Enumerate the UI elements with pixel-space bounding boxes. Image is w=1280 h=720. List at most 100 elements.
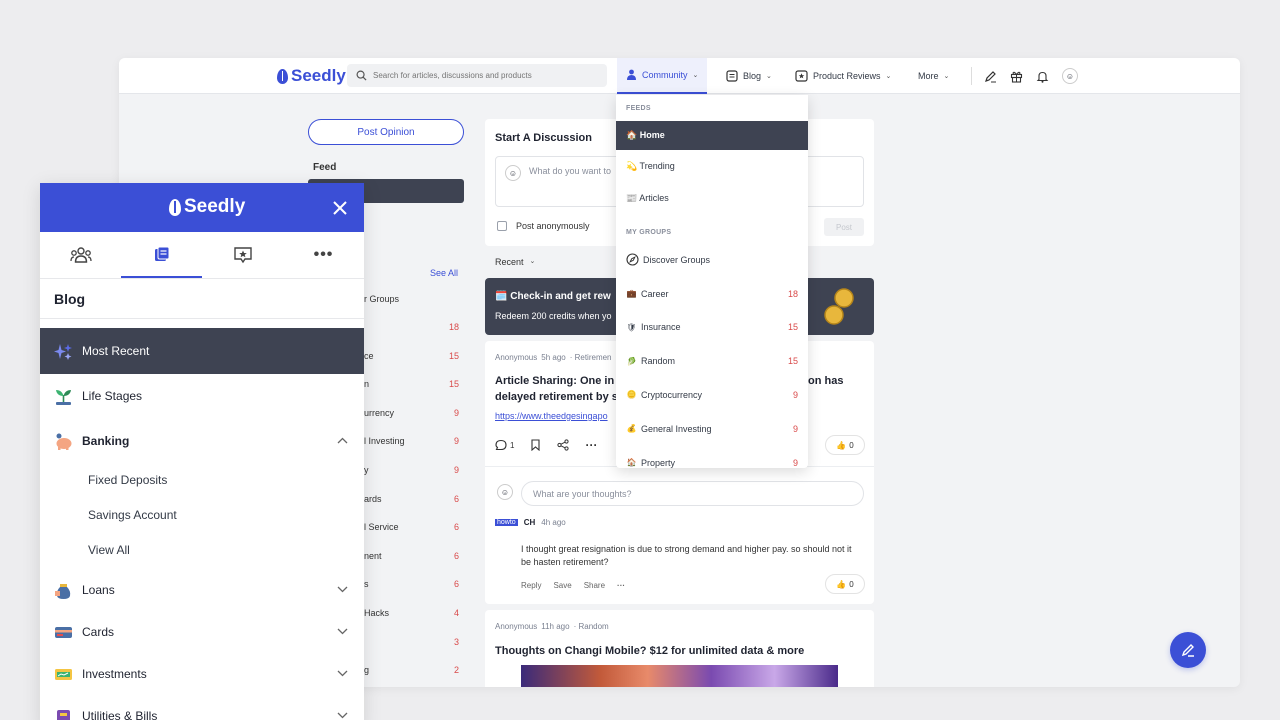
reply-link[interactable]: Reply [521,581,541,590]
group-list-item[interactable]: 18 [364,322,459,332]
dropdown-group-item[interactable]: 🛡 Insurance 15 [616,313,808,342]
submenu-view-all[interactable]: View All [88,543,130,557]
group-list-item[interactable]: urrency 9 [364,408,459,418]
reply-input[interactable]: What are your thoughts? [521,481,864,506]
menu-item-cards[interactable]: Cards [40,611,364,653]
anonymous-checkbox[interactable] [497,221,507,231]
feeds-heading: FEEDS [626,105,651,112]
compose-fab-button[interactable] [1170,632,1206,668]
more-options-icon[interactable]: ··· [617,581,625,590]
dropdown-group-item[interactable]: 🪙 Cryptocurrency 9 [616,380,808,409]
share-link[interactable]: Share [584,581,605,590]
user-avatar[interactable]: ☺ [1062,68,1078,84]
comment-time: 4h ago [541,518,566,527]
tab-more[interactable]: ••• [283,232,364,278]
mobile-tabs: ••• [40,232,364,279]
nav-product-reviews[interactable]: Product Reviews ⌄ [795,58,891,94]
bookmark-icon[interactable] [530,439,541,451]
chevron-down-icon: ⌄ [885,73,892,80]
group-list-item[interactable]: g2 [364,665,459,675]
group-list-item[interactable]: 3 [364,637,459,647]
tab-community[interactable] [40,232,121,278]
divider [40,318,364,319]
thumbs-up-icon: 👍 [836,579,847,589]
chevron-down-icon [337,627,348,638]
top-navigation: Seedly Community ⌄ Blog ⌄ Product Review… [119,58,1240,94]
group-count: 9 [792,389,798,400]
group-list-item[interactable]: l Investing 9 [364,436,459,446]
group-icon: 🛡 [626,322,637,332]
like-button[interactable]: 👍 0 [825,574,865,594]
like-button[interactable]: 👍 0 [825,435,865,455]
write-icon[interactable] [982,68,998,84]
save-link[interactable]: Save [553,581,571,590]
group-name: Property [641,457,676,468]
more-options-icon[interactable]: ··· [585,438,597,452]
post-title[interactable]: Thoughts on Changi Mobile? $12 for unlim… [495,643,804,659]
group-count: 9 [792,457,798,468]
seedly-logo[interactable]: Seedly [169,196,245,218]
credit-card-icon [54,623,73,642]
group-list-item[interactable]: ce 15 [364,351,459,361]
close-icon[interactable] [330,198,350,218]
group-count: 9 [453,465,459,475]
group-list-item[interactable]: nent 6 [364,551,459,561]
comment-author[interactable]: CH [524,518,536,527]
chevron-down-icon: ⌄ [766,73,772,80]
nav-blog[interactable]: Blog ⌄ [726,58,772,94]
comment-button[interactable]: 1 [495,439,514,451]
tab-product-reviews[interactable] [202,232,283,278]
group-list-item[interactable]: Hacks 4 [364,608,459,618]
sort-dropdown[interactable]: Recent ⌄ [495,257,535,267]
dropdown-group-item[interactable]: 🏠 Property 9 [616,448,808,468]
nav-more[interactable]: More ⌄ [918,58,949,94]
post-opinion-button[interactable]: Post Opinion [308,119,464,145]
chevron-down-icon [337,711,348,720]
anonymous-label: Post anonymously [516,221,590,231]
group-name: Hacks [364,608,390,618]
dropdown-item-discover-groups[interactable]: Discover Groups [616,245,808,274]
group-list-item[interactable]: l Service 6 [364,522,459,532]
see-all-link[interactable]: See All [430,268,458,278]
menu-item-utilities-bills[interactable]: Utilities & Bills [40,695,364,720]
dropdown-group-item[interactable]: 🥬 Random 15 [616,347,808,376]
group-name: l Service [364,522,399,533]
menu-item-banking[interactable]: Banking [40,420,364,462]
dropdown-group-item[interactable]: 💰 General Investing 9 [616,414,808,443]
gift-icon[interactable] [1008,68,1024,84]
submenu-savings-account[interactable]: Savings Account [88,508,177,522]
group-count: 15 [787,356,798,367]
share-icon[interactable] [557,439,570,451]
tab-blog[interactable] [121,232,202,278]
group-list-item[interactable]: n 15 [364,379,459,389]
promo-title: 🗓️ Check-in and get rew [495,291,611,302]
post-image[interactable] [521,665,838,687]
submenu-fixed-deposits[interactable]: Fixed Deposits [88,473,167,487]
post-link[interactable]: https://www.theedgesingapo [495,411,608,421]
group-name: Random [641,356,676,367]
nav-community[interactable]: Community ⌄ [617,58,708,94]
menu-item-investments[interactable]: Investments [40,653,364,695]
menu-item-loans[interactable]: Loans [40,569,364,611]
seedly-logo[interactable]: Seedly [277,66,346,86]
group-list-item[interactable]: ards 6 [364,494,459,504]
group-name: Insurance [641,322,681,333]
search-bar[interactable] [347,64,607,87]
group-name: n [364,379,370,390]
dropdown-item-trending[interactable]: 💫 Trending [616,152,808,181]
search-input[interactable] [373,71,593,80]
group-list-item[interactable]: y9 [364,465,459,475]
search-icon [356,70,367,81]
menu-item-most-recent[interactable]: Most Recent [40,328,364,374]
dropdown-item-articles[interactable]: 📰 Articles [616,184,808,213]
blog-icon [726,70,738,82]
group-count: 18 [448,322,459,332]
reviews-icon [233,247,252,264]
group-list-item[interactable]: s6 [364,579,459,589]
menu-item-life-stages[interactable]: Life Stages [40,374,364,418]
dropdown-group-item[interactable]: 💼 Career 18 [616,279,808,308]
post-button[interactable]: Post [824,218,864,236]
dropdown-item-home[interactable]: 🏠 Home [616,121,808,150]
bell-icon[interactable] [1034,68,1050,84]
community-dropdown-menu: FEEDS 🏠 Home 💫 Trending 📰 Articles MY GR… [616,95,808,468]
